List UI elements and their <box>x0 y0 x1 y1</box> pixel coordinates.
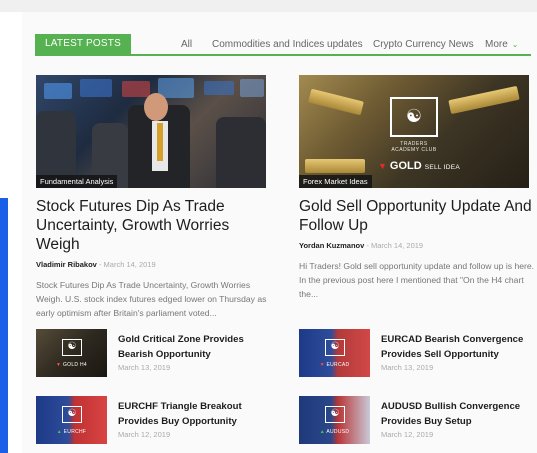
chevron-down-icon: ⌄ <box>511 40 519 49</box>
post-date: March 14, 2019 <box>103 260 156 269</box>
post-title-link[interactable]: Stock Futures Dip As Trade Uncertainty, … <box>36 197 272 254</box>
post-date: March 14, 2019 <box>370 241 424 250</box>
thumb-label: ▼ GOLD H4 <box>55 362 87 368</box>
page: LATEST POSTS All Commodities and Indices… <box>0 0 537 453</box>
thumb-label: ▼ EURCAD <box>319 362 350 368</box>
badge-label: GOLD <box>389 160 422 172</box>
triangle-up-icon: ▲ <box>56 429 62 435</box>
crest-icon: ☯ <box>405 106 423 126</box>
post-date: March 12, 2019 <box>381 430 434 439</box>
featured-post-1: Fundamental Analysis Stock Futures Dip A… <box>36 75 272 320</box>
list-post: ☯ ▲ EURCHF EURCHF Triangle Breakout Prov… <box>36 396 276 444</box>
badge-sub-label: SELL IDEA <box>424 164 461 171</box>
triangle-down-icon: ▼ <box>378 161 387 171</box>
post-excerpt: Stock Futures Dip As Trade Uncertainty, … <box>36 280 267 318</box>
posts-tab-bar: LATEST POSTS All Commodities and Indices… <box>35 34 531 56</box>
post-title-link[interactable]: Gold Critical Zone Provides Bearish Oppo… <box>118 332 270 362</box>
crest-icon: ☯ <box>330 341 340 352</box>
post-thumbnail[interactable]: ☯ ▲ AUDUSD <box>299 396 370 444</box>
post-title-link[interactable]: EURCAD Bearish Convergence Provides Sell… <box>381 332 533 362</box>
list-post: ☯ ▼ EURCAD EURCAD Bearish Convergence Pr… <box>299 329 537 377</box>
tab-commodities-indices[interactable]: Commodities and Indices updates <box>212 39 363 50</box>
thumb-label: ▲ AUDUSD <box>319 429 350 435</box>
gold-sell-badge: ▼ GOLD SELL IDEA <box>373 158 465 174</box>
logo-caption: TRADERS ACADEMY CLUB <box>391 141 437 153</box>
author-name[interactable]: Yordan Kuzmanov <box>299 241 364 250</box>
post-meta: Vladimir Ribakov - March 14, 2019 <box>36 260 272 269</box>
post-title-link[interactable]: Gold Sell Opportunity Update And Follow … <box>299 197 535 235</box>
triangle-up-icon: ▲ <box>319 429 325 435</box>
triangle-down-icon: ▼ <box>55 362 62 368</box>
thumb-label: ▲ EURCHF <box>56 429 87 435</box>
list-post: ☯ ▼ GOLD H4 Gold Critical Zone Provides … <box>36 329 276 377</box>
latest-posts-label: LATEST POSTS <box>35 34 131 54</box>
tab-more-label: More <box>485 39 508 50</box>
post-thumbnail[interactable]: ☯ ▲ EURCHF <box>36 396 107 444</box>
post-meta: Yordan Kuzmanov - March 14, 2019 <box>299 241 535 250</box>
crest-icon: ☯ <box>67 408 77 419</box>
crest-icon: ☯ <box>67 341 77 352</box>
category-tag[interactable]: Fundamental Analysis <box>36 175 118 188</box>
category-tag[interactable]: Forex Market Ideas <box>299 175 372 188</box>
post-date: March 12, 2019 <box>118 430 171 439</box>
post-title-link[interactable]: AUDUSD Bullish Convergence Provides Buy … <box>381 399 533 429</box>
post-date: March 13, 2019 <box>118 363 171 372</box>
featured-image-gold[interactable]: ☯ TRADERS ACADEMY CLUB ▼ GOLD SELL IDEA Fo… <box>299 75 529 188</box>
left-accent-bar <box>0 198 8 453</box>
tab-more[interactable]: More ⌄ <box>485 39 519 50</box>
post-thumbnail[interactable]: ☯ ▼ GOLD H4 <box>36 329 107 377</box>
post-title-link[interactable]: EURCHF Triangle Breakout Provides Buy Op… <box>118 399 270 429</box>
top-band <box>0 0 537 12</box>
crest-icon: ☯ <box>330 408 340 419</box>
tab-all[interactable]: All <box>181 39 192 50</box>
post-thumbnail[interactable]: ☯ ▼ EURCAD <box>299 329 370 377</box>
list-post: ☯ ▲ AUDUSD AUDUSD Bullish Convergence Pr… <box>299 396 537 444</box>
featured-image-traders[interactable]: Fundamental Analysis <box>36 75 266 188</box>
featured-post-2: ☯ TRADERS ACADEMY CLUB ▼ GOLD SELL IDEA Fo… <box>299 75 535 301</box>
author-name[interactable]: Vladimir Ribakov <box>36 260 97 269</box>
post-excerpt: Hi Traders! Gold sell opportunity update… <box>299 261 535 299</box>
tab-crypto-currency-news[interactable]: Crypto Currency News <box>373 39 474 50</box>
post-date: March 13, 2019 <box>381 363 434 372</box>
triangle-down-icon: ▼ <box>319 362 325 368</box>
